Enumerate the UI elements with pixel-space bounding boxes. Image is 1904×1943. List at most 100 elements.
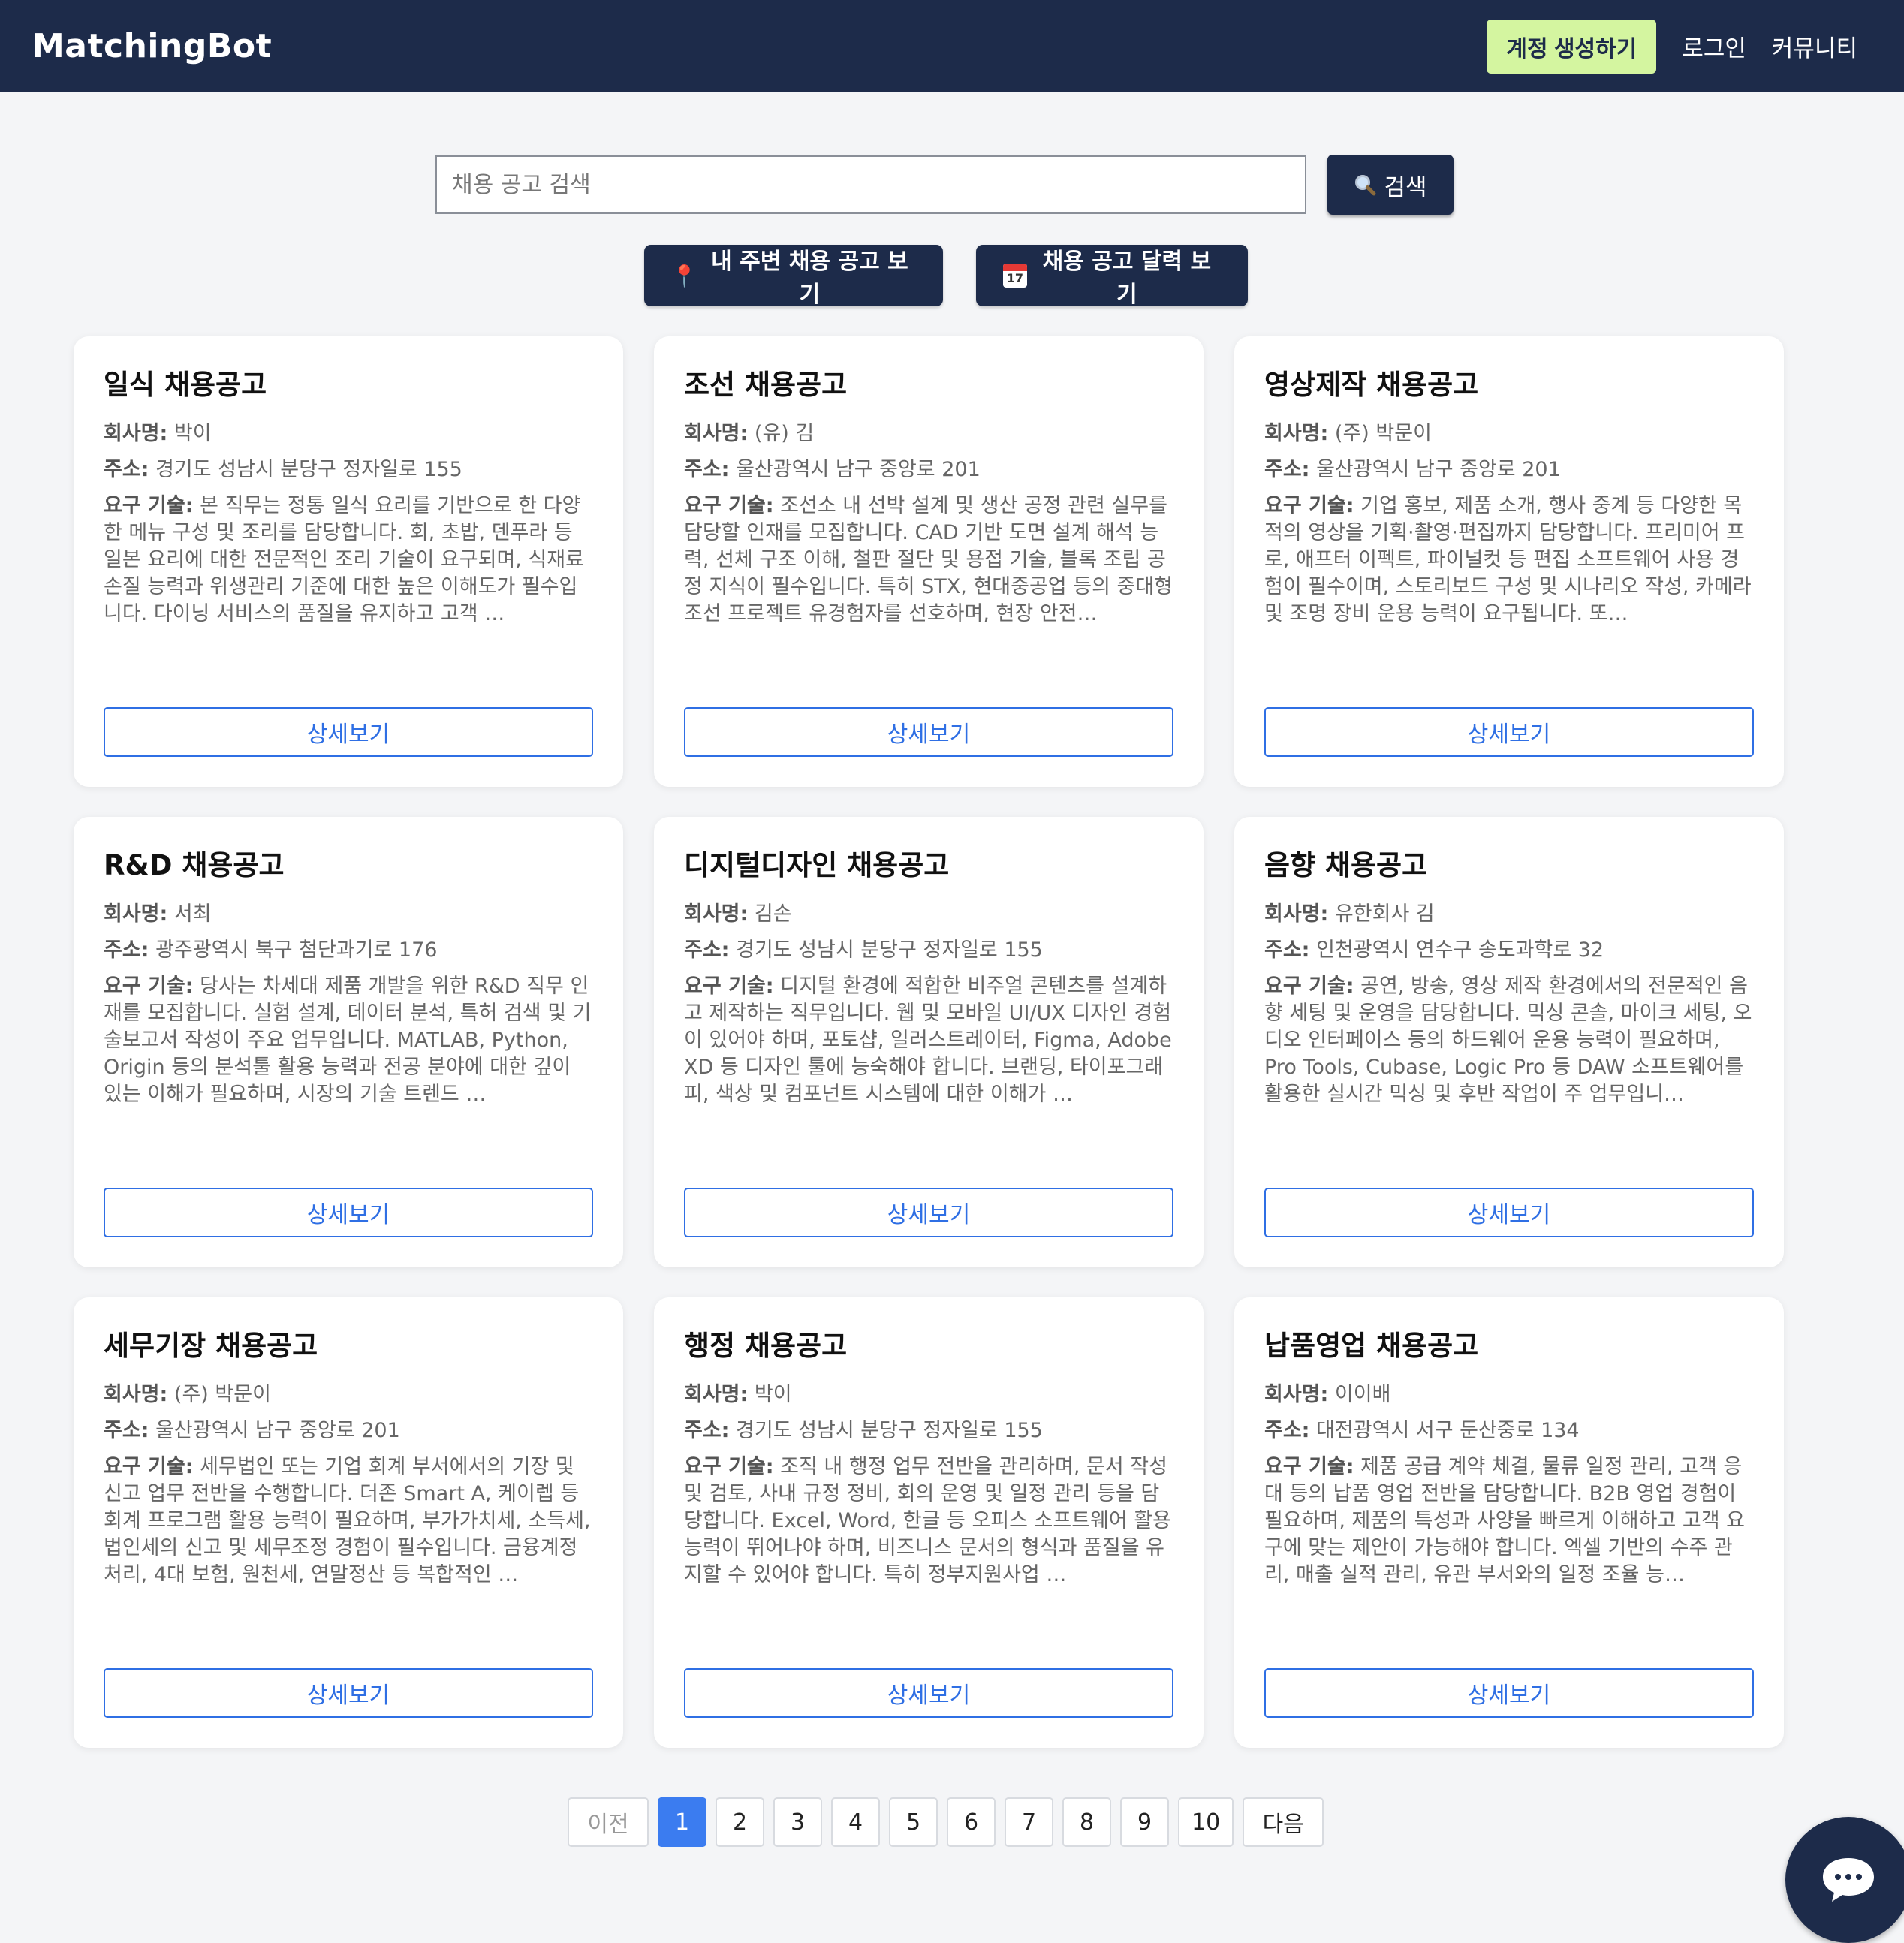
address-value: 경기도 성남시 분당구 정자일로 155 [736,1419,1043,1442]
company-label: 회사명: [684,422,749,445]
company-name: (유) 김 [754,422,815,445]
address-label: 주소: [684,458,730,481]
skills-label: 요구 기술: [684,1455,774,1478]
job-card: R&D 채용공고 회사명: 서최 주소: 광주광역시 북구 첨단과기로 176 … [74,817,623,1267]
address-label: 주소: [104,938,149,962]
job-card: 일식 채용공고 회사명: 박이 주소: 경기도 성남시 분당구 정자일로 155… [74,336,623,787]
chat-button[interactable] [1785,1817,1904,1943]
address-label: 주소: [684,938,730,962]
address-label: 주소: [1264,1419,1310,1442]
detail-button[interactable]: 상세보기 [104,707,593,757]
job-title: 영상제작 채용공고 [1264,369,1479,401]
quick-actions: 📍 내 주변 채용 공고 보기 17 채용 공고 달력 보기 [644,245,1248,308]
company-name: (주) 박문이 [1334,422,1432,445]
address-value: 경기도 성남시 분당구 정자일로 155 [736,938,1043,962]
address-label: 주소: [1264,938,1310,962]
community-link[interactable]: 커뮤니티 [1772,29,1857,63]
job-title: 행정 채용공고 [684,1330,848,1362]
next-page-button[interactable]: 다음 [1243,1797,1324,1847]
address-value: 광주광역시 북구 첨단과기로 176 [155,938,438,962]
company-row: 회사명: (주) 박문이 [104,1381,593,1408]
job-title: 음향 채용공고 [1264,849,1428,881]
company-label: 회사명: [104,902,168,926]
page-button-9[interactable]: 9 [1120,1797,1169,1847]
detail-button[interactable]: 상세보기 [104,1668,593,1718]
detail-button[interactable]: 상세보기 [684,1188,1173,1237]
skills-row: 요구 기술: 조선소 내 선박 설계 및 생산 공정 관련 실무를 담당할 인재… [684,493,1173,628]
company-row: 회사명: (유) 김 [684,420,1173,447]
job-calendar-button[interactable]: 17 채용 공고 달력 보기 [976,245,1248,308]
company-row: 회사명: 박이 [104,420,593,447]
page-button-10[interactable]: 10 [1178,1797,1234,1847]
page-button-2[interactable]: 2 [716,1797,764,1847]
map-pin-icon: 📍 [671,263,697,288]
login-link[interactable]: 로그인 [1682,29,1746,63]
skills-label: 요구 기술: [104,975,194,998]
page-button-4[interactable]: 4 [831,1797,880,1847]
address-row: 주소: 울산광역시 남구 중앙로 201 [684,456,1173,483]
prev-page-button[interactable]: 이전 [568,1797,649,1847]
job-card-grid: 일식 채용공고 회사명: 박이 주소: 경기도 성남시 분당구 정자일로 155… [74,336,1784,1748]
job-card: 행정 채용공고 회사명: 박이 주소: 경기도 성남시 분당구 정자일로 155… [654,1297,1204,1748]
job-title: 세무기장 채용공고 [104,1330,318,1362]
address-value: 인천광역시 연수구 송도과학로 32 [1316,938,1604,962]
company-row: 회사명: 유한회사 김 [1264,901,1754,928]
skills-label: 요구 기술: [1264,975,1354,998]
detail-button[interactable]: 상세보기 [1264,1668,1754,1718]
search-button[interactable]: 검색 [1327,155,1454,215]
address-value: 경기도 성남시 분당구 정자일로 155 [155,458,462,481]
address-label: 주소: [684,1419,730,1442]
top-navbar: MatchingBot 계정 생성하기 로그인 커뮤니티 [0,0,1904,92]
address-row: 주소: 대전광역시 서구 둔산중로 134 [1264,1417,1754,1444]
company-label: 회사명: [104,1383,168,1406]
page-button-6[interactable]: 6 [947,1797,996,1847]
detail-button[interactable]: 상세보기 [1264,1188,1754,1237]
skills-label: 요구 기술: [684,975,774,998]
detail-button[interactable]: 상세보기 [684,707,1173,757]
detail-button[interactable]: 상세보기 [104,1188,593,1237]
company-label: 회사명: [1264,422,1329,445]
page-button-8[interactable]: 8 [1062,1797,1111,1847]
company-label: 회사명: [684,1383,749,1406]
page-button-3[interactable]: 3 [773,1797,822,1847]
job-card: 영상제작 채용공고 회사명: (주) 박문이 주소: 울산광역시 남구 중앙로 … [1234,336,1784,787]
nearby-jobs-button[interactable]: 📍 내 주변 채용 공고 보기 [644,245,943,308]
search-button-label: 검색 [1384,173,1427,201]
address-label: 주소: [104,1419,149,1442]
skills-label: 요구 기술: [684,494,774,517]
company-name: 서최 [173,902,212,926]
job-card: 납품영업 채용공고 회사명: 이이배 주소: 대전광역시 서구 둔산중로 134… [1234,1297,1784,1748]
job-title: R&D 채용공고 [104,849,285,881]
detail-button[interactable]: 상세보기 [684,1668,1173,1718]
signup-button[interactable]: 계정 생성하기 [1487,19,1657,74]
page-button-5[interactable]: 5 [889,1797,938,1847]
pagination: 이전 1 2 3 4 5 6 7 8 9 10 다음 [568,1797,1324,1847]
skills-label: 요구 기술: [1264,1455,1354,1478]
job-title: 조선 채용공고 [684,369,848,401]
address-label: 주소: [1264,458,1310,481]
company-name: 김손 [754,902,792,926]
address-value: 대전광역시 서구 둔산중로 134 [1316,1419,1580,1442]
chat-bubble-icon [1823,1858,1874,1902]
page-button-1[interactable]: 1 [658,1797,706,1847]
skills-label: 요구 기술: [1264,494,1354,517]
skills-label: 요구 기술: [104,1455,194,1478]
company-row: 회사명: 이이배 [1264,1381,1754,1408]
brand-logo[interactable]: MatchingBot [32,27,272,65]
page-button-7[interactable]: 7 [1005,1797,1053,1847]
skills-row: 요구 기술: 본 직무는 정통 일식 요리를 기반으로 한 다양한 메뉴 구성 … [104,493,593,628]
skills-row: 요구 기술: 기업 홍보, 제품 소개, 행사 중계 등 다양한 목적의 영상을… [1264,493,1754,628]
search-input[interactable] [435,155,1306,214]
company-name: 이이배 [1334,1383,1391,1406]
address-value: 울산광역시 남구 중앙로 201 [155,1419,400,1442]
calendar-icon: 17 [1003,264,1027,288]
skills-row: 요구 기술: 공연, 방송, 영상 제작 환경에서의 전문적인 음향 세팅 및 … [1264,973,1754,1108]
company-name: (주) 박문이 [173,1383,271,1406]
detail-button[interactable]: 상세보기 [1264,707,1754,757]
job-card: 음향 채용공고 회사명: 유한회사 김 주소: 인천광역시 연수구 송도과학로 … [1234,817,1784,1267]
company-row: 회사명: 서최 [104,901,593,928]
address-row: 주소: 광주광역시 북구 첨단과기로 176 [104,937,593,964]
skills-row: 요구 기술: 디지털 환경에 적합한 비주얼 콘텐츠를 설계하고 제작하는 직무… [684,973,1173,1108]
job-card: 세무기장 채용공고 회사명: (주) 박문이 주소: 울산광역시 남구 중앙로 … [74,1297,623,1748]
address-label: 주소: [104,458,149,481]
